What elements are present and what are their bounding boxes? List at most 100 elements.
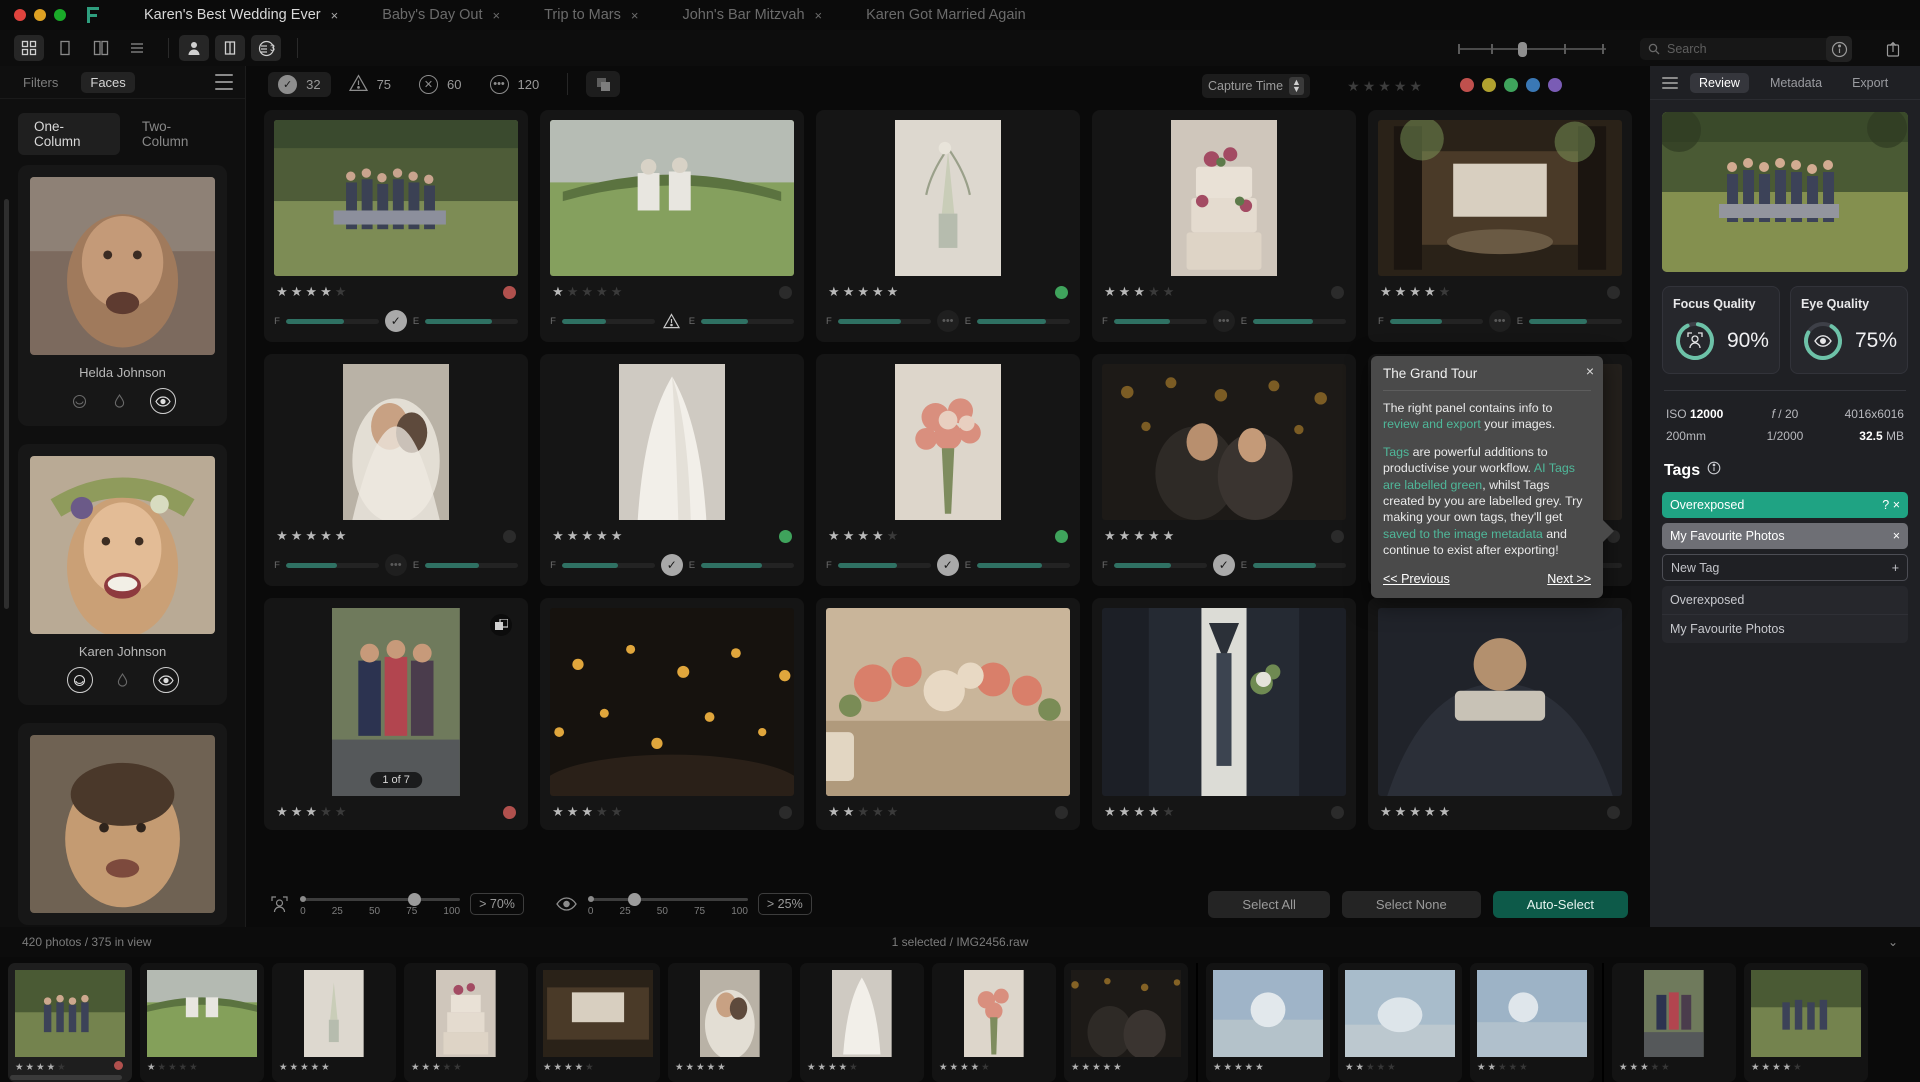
search-input[interactable]: Search [1640, 38, 1840, 60]
star-rating[interactable]: ★★★★★ [552, 528, 622, 544]
card-rating-row[interactable]: ★★★★★ [1378, 276, 1622, 300]
color-label-dot[interactable] [503, 285, 517, 299]
photo-card[interactable]: ★ ★ ★ ★ ★ F ✓ E [540, 354, 805, 586]
star-rating[interactable]: ★★★★★ [1380, 284, 1450, 300]
filter-chip-warning[interactable]: 75 [339, 71, 401, 98]
photo-thumbnail[interactable] [274, 364, 518, 520]
tooltip-next-button[interactable]: Next >> [1547, 572, 1591, 586]
filmstrip-rating[interactable]: ★ ★ ★ ★ ★ [807, 1057, 917, 1075]
tab-project-4[interactable]: Karen Got Married Again [844, 0, 1048, 30]
tab-metadata[interactable]: Metadata [1761, 73, 1831, 93]
filmstrip-rating[interactable]: ★ ★ ★ ★ ★ [1213, 1057, 1323, 1075]
face-card[interactable]: Helda Johnson [18, 165, 228, 427]
face-eye-icon[interactable] [152, 667, 179, 694]
two-column-button[interactable]: Two-Column [126, 113, 227, 155]
slider-handle[interactable] [408, 893, 422, 906]
color-label-purple[interactable] [1547, 78, 1562, 92]
tag-actions[interactable]: ? × [1882, 498, 1900, 512]
star-rating[interactable]: ★★★★★ [828, 284, 898, 300]
sidebar-scrollbar[interactable] [4, 199, 9, 610]
card-rating-row[interactable]: ★★★★★ [826, 276, 1070, 300]
column-mode-toggle[interactable]: One-Column Two-Column [0, 99, 245, 165]
color-label-dot[interactable] [779, 285, 793, 299]
filmstrip-scrollbar[interactable] [10, 1075, 122, 1080]
eye-threshold-slider[interactable]: 0 25 50 75 100 [587, 890, 748, 918]
tab-close-icon[interactable]: × [815, 8, 823, 23]
filmstrip-item[interactable]: ★ ★ ★ ★ ★ [1470, 963, 1594, 1082]
card-status-icon[interactable] [661, 310, 683, 332]
card-rating-row[interactable]: ★★★★★ [826, 520, 1070, 544]
color-label-blue[interactable] [1525, 78, 1540, 92]
photo-thumbnail[interactable] [826, 120, 1070, 276]
filmstrip-item[interactable]: ★ ★ ★ ★ ★ [1064, 963, 1188, 1082]
tag-remove-icon[interactable]: × [1893, 529, 1900, 543]
focus-threshold-slider[interactable]: 0 25 50 75 100 [300, 890, 461, 918]
photo-card[interactable]: ★ ★ ★ ★ ★ F ✓ E [816, 354, 1080, 586]
star-icon[interactable]: ★ [1378, 78, 1391, 95]
face-eye-icon[interactable] [149, 388, 176, 415]
photo-card[interactable]: ★ ★ ★ ★ ★ F ••• E [1092, 110, 1356, 342]
filter-chip-unreviewed[interactable]: ••• 120 [480, 72, 550, 97]
color-label-yellow[interactable] [1481, 78, 1496, 92]
filmstrip-rating[interactable]: ★ ★ ★ ★ ★ [279, 1057, 389, 1075]
duplicate-icon[interactable] [586, 71, 621, 97]
tab-project-2[interactable]: Trip to Mars × [522, 0, 660, 30]
color-label-dot[interactable] [779, 529, 793, 543]
color-label-dot[interactable] [1606, 285, 1620, 299]
card-status-icon[interactable]: ✓ [660, 554, 683, 576]
star-rating[interactable]: ★★★★★ [1104, 528, 1174, 544]
face-tag-icon[interactable] [70, 391, 90, 411]
face-drop-icon[interactable] [113, 670, 133, 690]
filmstrip-item[interactable]: ★ ★ ★ ★ ★ [668, 963, 792, 1082]
face-card[interactable] [18, 723, 228, 926]
photo-card[interactable]: ★ ★ ★ ★ ★ [1367, 598, 1632, 830]
card-status-icon[interactable]: ••• [384, 554, 407, 576]
faces-list[interactable]: Helda Johnson Karen Johnson [0, 165, 245, 927]
tab-close-icon[interactable]: × [492, 8, 500, 23]
filmstrip-rating[interactable]: ★ ★ ★ ★ ★ [411, 1057, 521, 1075]
filmstrip-item[interactable]: ★ ★ ★ ★ ★ [1206, 963, 1330, 1082]
card-status-icon[interactable]: ✓ [936, 554, 959, 576]
minimize-window-button[interactable] [34, 9, 46, 21]
auto-select-button[interactable]: Auto-Select [1492, 890, 1628, 918]
filmstrip-rating[interactable]: ★ ★ ★ ★ ★ [543, 1057, 653, 1075]
sort-dropdown[interactable]: Capture Time ▲ ▼ [1201, 74, 1310, 98]
filmstrip-item[interactable]: ★ ★ ★ ★ ★ [404, 963, 528, 1082]
list-view-button[interactable] [122, 35, 152, 61]
filmstrip-rating[interactable]: ★ ★ ★ ★ ★ [1071, 1057, 1181, 1075]
filmstrip-rating[interactable]: ★ ★ ★ ★ ★ [675, 1057, 785, 1075]
eye-threshold-control[interactable]: 0 25 50 75 100 > 25% [556, 890, 812, 918]
star-icon[interactable]: ★ [1363, 78, 1376, 95]
filter-chip-rejected[interactable]: ✕ 60 [409, 72, 471, 97]
photo-thumbnail[interactable] [1102, 364, 1346, 520]
color-label-green[interactable] [1503, 78, 1518, 92]
tag-suggestions-list[interactable]: Overexposed My Favourite Photos [1661, 586, 1908, 643]
color-label-dot[interactable] [779, 805, 793, 819]
card-rating-row[interactable]: ★★★★★ [1102, 796, 1346, 820]
card-status-icon[interactable]: ••• [1212, 310, 1235, 332]
card-status-icon[interactable]: ✓ [1212, 554, 1235, 576]
photo-card[interactable]: 1 of 7 ★ ★ ★ ★ ★ [264, 598, 529, 830]
tab-close-icon[interactable]: × [331, 8, 339, 23]
filmstrip-item[interactable]: ★ ★ ★ ★ ★ [1744, 963, 1868, 1082]
photo-thumbnail[interactable] [274, 120, 519, 276]
star-icon[interactable]: ★ [1347, 78, 1360, 95]
star-rating[interactable]: ★★★★★ [1104, 804, 1174, 820]
star-rating[interactable]: ★★★★★ [276, 804, 346, 820]
selected-photo-preview[interactable] [1661, 112, 1908, 272]
filmstrip-rating[interactable]: ★ ★ ★ ★ ★ [939, 1057, 1049, 1075]
photo-card[interactable]: ★ ★ ★ ★ ★ [1092, 598, 1356, 830]
right-panel-menu-icon[interactable] [1661, 76, 1678, 89]
select-all-button[interactable]: Select All [1208, 890, 1330, 918]
compare-view-button[interactable] [86, 35, 116, 61]
filmstrip-item[interactable]: ★ ★ ★ ★ ★ [8, 963, 132, 1082]
color-label-dot[interactable] [1330, 285, 1344, 299]
close-window-button[interactable] [14, 9, 26, 21]
card-rating-row[interactable]: ★★★★★ [1378, 796, 1622, 820]
tour-tooltip[interactable]: The Grand Tour × The right panel contain… [1371, 356, 1603, 599]
slider-handle[interactable] [627, 893, 641, 906]
filter-chip-approved[interactable]: ✓ 32 [268, 71, 331, 97]
tag-chip-user[interactable]: My Favourite Photos × [1661, 523, 1908, 549]
tag-suggestion-item[interactable]: My Favourite Photos [1662, 615, 1908, 643]
photo-card[interactable]: ★ ★ ★ ★ ★ F ••• E [816, 110, 1080, 342]
